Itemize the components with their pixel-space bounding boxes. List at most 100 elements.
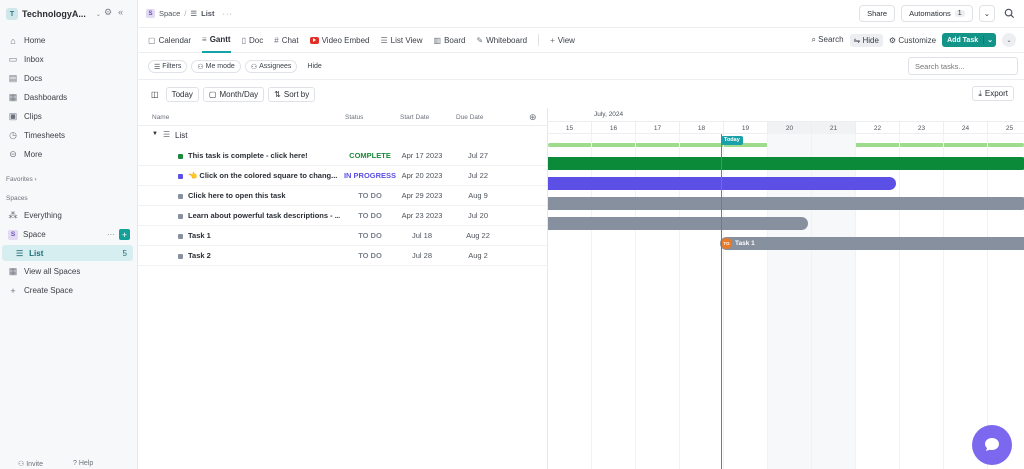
breadcrumb-list[interactable]: List <box>201 9 214 18</box>
caret-down-icon[interactable]: ▼ <box>152 131 158 137</box>
view-hide-button[interactable]: ⇋ Hide <box>849 33 883 47</box>
tab-doc[interactable]: ▯ Doc <box>242 28 264 53</box>
status-square[interactable] <box>178 214 183 219</box>
start-date[interactable]: Apr 23 2023 <box>400 211 444 220</box>
settings-icon[interactable]: ⚙ <box>104 7 112 18</box>
tab-chat[interactable]: # Chat <box>274 28 298 53</box>
table-row[interactable]: Task 2 TO DO Jul 28 Aug 2 <box>138 246 547 266</box>
assignee-avatar[interactable]: TG <box>721 238 732 249</box>
task-name[interactable]: 👈 Click on the colored square to chang..… <box>188 171 340 180</box>
automations-button[interactable]: Automations 1 <box>901 5 973 22</box>
due-date[interactable]: Jul 27 <box>456 151 500 160</box>
start-date[interactable]: Jul 28 <box>400 251 444 260</box>
view-search-button[interactable]: ⌕ Search <box>811 35 843 45</box>
due-date[interactable]: Aug 9 <box>456 191 500 200</box>
sidebar-item-home[interactable]: ⌂ Home <box>0 31 138 50</box>
start-date[interactable]: Apr 29 2023 <box>400 191 444 200</box>
table-row[interactable]: Click here to open this task TO DO Apr 29 … <box>138 186 547 206</box>
status-badge[interactable]: COMPLETE <box>338 151 402 160</box>
tab-video-embed[interactable]: Video Embed <box>309 28 369 53</box>
chat-button[interactable] <box>972 425 1012 465</box>
status-badge[interactable]: TO DO <box>338 191 402 200</box>
due-date[interactable]: Aug 2 <box>456 251 500 260</box>
status-badge[interactable]: TO DO <box>338 251 402 260</box>
more-dots-icon[interactable]: ··· <box>222 9 233 18</box>
gantt-task-bar[interactable] <box>548 177 896 190</box>
filter-hide-button[interactable]: Hide <box>301 63 327 70</box>
due-date[interactable]: Jul 20 <box>456 211 500 220</box>
collapse-toolbar-icon[interactable]: ⌄ <box>1002 33 1016 47</box>
status-badge[interactable]: TO DO <box>338 211 402 220</box>
automations-dropdown[interactable]: ⌄ <box>978 5 995 22</box>
breadcrumb-space[interactable]: Space <box>159 9 180 18</box>
workspace-switcher[interactable]: T TechnologyA... ⌄ <box>6 6 101 22</box>
search-icon[interactable] <box>1001 5 1018 22</box>
sidebar-item-inbox[interactable]: ▭ Inbox <box>0 50 138 69</box>
status-square[interactable] <box>178 234 183 239</box>
tab-gantt[interactable]: ≡ Gantt <box>202 28 231 53</box>
me-mode-button[interactable]: ⚇ Me mode <box>191 60 241 73</box>
sidebar-item-more[interactable]: ⊝ More <box>0 145 138 164</box>
status-square[interactable] <box>178 174 183 179</box>
search-tasks-field[interactable] <box>908 57 1018 75</box>
due-date[interactable]: Jul 22 <box>456 171 500 180</box>
scale-button[interactable]: ▢ Month/Day <box>202 86 265 102</box>
status-square[interactable] <box>178 254 183 259</box>
task-name[interactable]: Task 2 <box>188 251 340 260</box>
customize-button[interactable]: ⚙ Customize <box>889 36 936 45</box>
toggle-panel-button[interactable]: ◫ <box>148 86 162 102</box>
tab-list-view[interactable]: ☰ List View <box>380 28 422 53</box>
start-date[interactable]: Apr 17 2023 <box>400 151 444 160</box>
add-view-button[interactable]: + View <box>550 28 575 53</box>
add-task-button[interactable]: Add Task ⌄ <box>942 33 996 47</box>
more-dots-icon[interactable]: ··· <box>107 230 115 239</box>
search-input[interactable] <box>915 61 1017 71</box>
sidebar-item-space[interactable]: S Space ··· + <box>0 226 138 243</box>
help-button[interactable]: ? Help <box>73 460 93 468</box>
col-start-date[interactable]: Start Date <box>400 114 429 121</box>
task-name[interactable]: Task 1 <box>188 231 340 240</box>
add-to-space-button[interactable]: + <box>119 229 130 240</box>
col-name[interactable]: Name <box>152 114 169 121</box>
due-date[interactable]: Aug 22 <box>456 231 500 240</box>
add-column-icon[interactable]: ⊕ <box>529 112 537 123</box>
sidebar-item-dashboards[interactable]: ▦ Dashboards <box>0 88 138 107</box>
tab-whiteboard[interactable]: ✎ Whiteboard <box>476 28 527 53</box>
gantt-task-bar[interactable] <box>548 157 1024 170</box>
sidebar-item-everything[interactable]: ⁂ Everything <box>0 206 138 225</box>
task-name[interactable]: Learn about powerful task descriptions -… <box>188 211 340 220</box>
favorites-section[interactable]: Favorites › <box>6 176 37 183</box>
gantt-task-bar[interactable] <box>720 237 1024 250</box>
start-date[interactable]: Apr 20 2023 <box>400 171 444 180</box>
chevron-down-icon[interactable]: ⌄ <box>983 36 996 44</box>
task-name[interactable]: This task is complete - click here! <box>188 151 340 160</box>
export-button[interactable]: ⤓ Export <box>972 86 1014 101</box>
status-square[interactable] <box>178 194 183 199</box>
sidebar-item-create-space[interactable]: + Create Space <box>0 281 138 300</box>
sidebar-item-timesheets[interactable]: ◷ Timesheets <box>0 126 138 145</box>
sidebar-item-clips[interactable]: ▣ Clips <box>0 107 138 126</box>
status-square[interactable] <box>178 154 183 159</box>
table-row[interactable]: Learn about powerful task descriptions -… <box>138 206 547 226</box>
start-date[interactable]: Jul 18 <box>400 231 444 240</box>
task-name[interactable]: Click here to open this task <box>188 191 340 200</box>
sort-button[interactable]: ⇅ Sort by <box>268 86 316 102</box>
sidebar-item-list[interactable]: ☰ List 5 <box>2 245 133 261</box>
table-row[interactable]: Task 1 TO DO Jul 18 Aug 22 <box>138 226 547 246</box>
table-row[interactable]: This task is complete - click here! COMPL… <box>138 146 547 166</box>
table-row[interactable]: 👈 Click on the colored square to chang..… <box>138 166 547 186</box>
today-button[interactable]: Today <box>165 86 199 102</box>
filters-button[interactable]: ☰ Filters <box>148 60 188 73</box>
assignees-button[interactable]: ⚇ Assignees <box>244 60 298 73</box>
tab-board[interactable]: ▥ Board <box>434 28 466 53</box>
invite-button[interactable]: ⚇ Invite <box>18 460 43 468</box>
tab-calendar[interactable]: ▢ Calendar <box>148 28 191 53</box>
status-badge[interactable]: IN PROGRESS <box>338 171 402 180</box>
sidebar-item-docs[interactable]: ▤ Docs <box>0 69 138 88</box>
sidebar-item-view-all-spaces[interactable]: ▦ View all Spaces <box>0 262 138 281</box>
group-header[interactable]: ▼ ☰ List <box>138 126 547 146</box>
col-due-date[interactable]: Due Date <box>456 114 483 121</box>
col-status[interactable]: Status <box>345 114 363 121</box>
status-badge[interactable]: TO DO <box>338 231 402 240</box>
collapse-sidebar-icon[interactable]: « <box>118 7 123 18</box>
